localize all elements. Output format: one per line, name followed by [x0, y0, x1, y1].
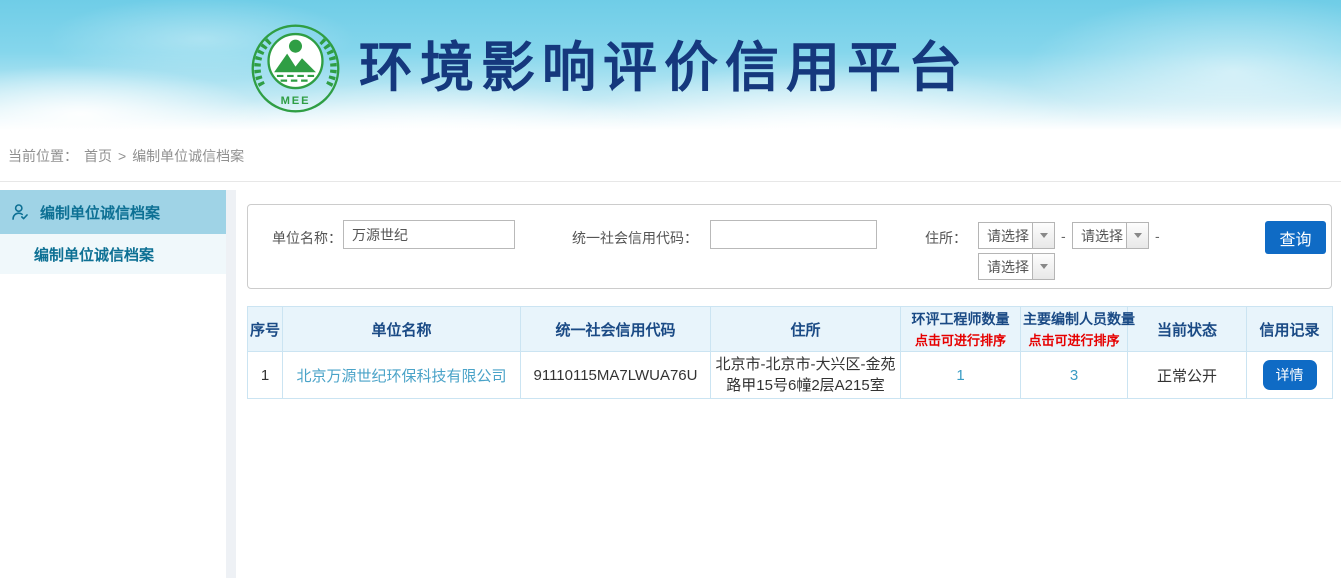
page-title: 环境影响评价信用平台	[359, 22, 969, 115]
col-header-staff-count-sort[interactable]: 主要编制人员数量 点击可进行排序	[1021, 307, 1128, 352]
unit-name-input[interactable]	[343, 220, 515, 249]
sidebar: 编制单位诚信档案 编制单位诚信档案	[0, 182, 226, 578]
breadcrumb-separator: >	[118, 148, 126, 164]
main-content: 单位名称： 统一社会信用代码： 住所： 请选择 - 请选择 - 请选择 查询	[236, 182, 1341, 578]
col-header-address: 住所	[711, 307, 901, 352]
chevron-down-icon	[1032, 223, 1054, 248]
mee-logo-icon: MEE	[248, 22, 343, 115]
sidebar-divider	[226, 190, 236, 578]
address-dash-2: -	[1155, 228, 1160, 244]
select-value: 请选择	[979, 257, 1032, 277]
credit-code-label: 统一社会信用代码：	[572, 228, 698, 248]
address-cell: 北京市-北京市-大兴区-金苑路甲15号6幢2层A215室	[711, 352, 901, 399]
results-table: 序号 单位名称 统一社会信用代码 住所 环评工程师数量 点击可进行排序 主要编制…	[247, 306, 1333, 399]
status-cell: 正常公开	[1128, 352, 1247, 399]
select-value: 请选择	[979, 226, 1032, 246]
unit-name-link[interactable]: 北京万源世纪环保科技有限公司	[296, 368, 506, 385]
detail-button[interactable]: 详情	[1263, 360, 1317, 390]
col-header-label: 环评工程师数量	[912, 311, 1010, 327]
address-dash-1: -	[1061, 228, 1066, 244]
query-button[interactable]: 查询	[1265, 221, 1326, 254]
col-header-status: 当前状态	[1128, 307, 1247, 352]
row-index: 1	[248, 352, 283, 399]
breadcrumb-current: 编制单位诚信档案	[132, 146, 244, 166]
address-district-select[interactable]: 请选择	[978, 253, 1055, 280]
breadcrumb-prefix: 当前位置：	[8, 146, 78, 166]
col-header-credit-code: 统一社会信用代码	[521, 307, 711, 352]
sort-hint: 点击可进行排序	[903, 330, 1018, 349]
svg-text:MEE: MEE	[281, 95, 311, 107]
col-header-unit-name: 单位名称	[283, 307, 521, 352]
sidebar-item-label: 编制单位诚信档案	[40, 202, 160, 223]
person-check-icon	[10, 202, 31, 223]
address-label: 住所：	[925, 228, 967, 248]
breadcrumb: 当前位置： 首页 > 编制单位诚信档案	[0, 130, 1341, 182]
site-header: MEE 环境影响评价信用平台	[0, 0, 1341, 130]
sidebar-subitem-unit-credit-archive[interactable]: 编制单位诚信档案	[0, 234, 226, 274]
credit-code-cell: 91110115MA7LWUA76U	[521, 352, 711, 399]
chevron-down-icon	[1032, 254, 1054, 279]
table-header-row: 序号 单位名称 统一社会信用代码 住所 环评工程师数量 点击可进行排序 主要编制…	[248, 307, 1333, 352]
address-city-select[interactable]: 请选择	[1072, 222, 1149, 249]
staff-count-link[interactable]: 3	[1070, 367, 1078, 384]
sidebar-item-unit-credit-archive[interactable]: 编制单位诚信档案	[0, 190, 226, 234]
unit-name-label: 单位名称：	[272, 228, 342, 248]
breadcrumb-home-link[interactable]: 首页	[84, 146, 112, 166]
address-province-select[interactable]: 请选择	[978, 222, 1055, 249]
col-header-label: 主要编制人员数量	[1023, 311, 1135, 327]
sidebar-subitem-label: 编制单位诚信档案	[34, 244, 154, 265]
col-header-engineer-count-sort[interactable]: 环评工程师数量 点击可进行排序	[901, 307, 1021, 352]
select-value: 请选择	[1073, 226, 1126, 246]
col-header-index: 序号	[248, 307, 283, 352]
sort-hint: 点击可进行排序	[1023, 330, 1125, 349]
col-header-credit-record: 信用记录	[1247, 307, 1333, 352]
search-panel: 单位名称： 统一社会信用代码： 住所： 请选择 - 请选择 - 请选择 查询	[247, 204, 1332, 289]
table-row: 1 北京万源世纪环保科技有限公司 91110115MA7LWUA76U 北京市-…	[248, 352, 1333, 399]
engineer-count-link[interactable]: 1	[956, 367, 964, 384]
credit-code-input[interactable]	[710, 220, 877, 249]
chevron-down-icon	[1126, 223, 1148, 248]
